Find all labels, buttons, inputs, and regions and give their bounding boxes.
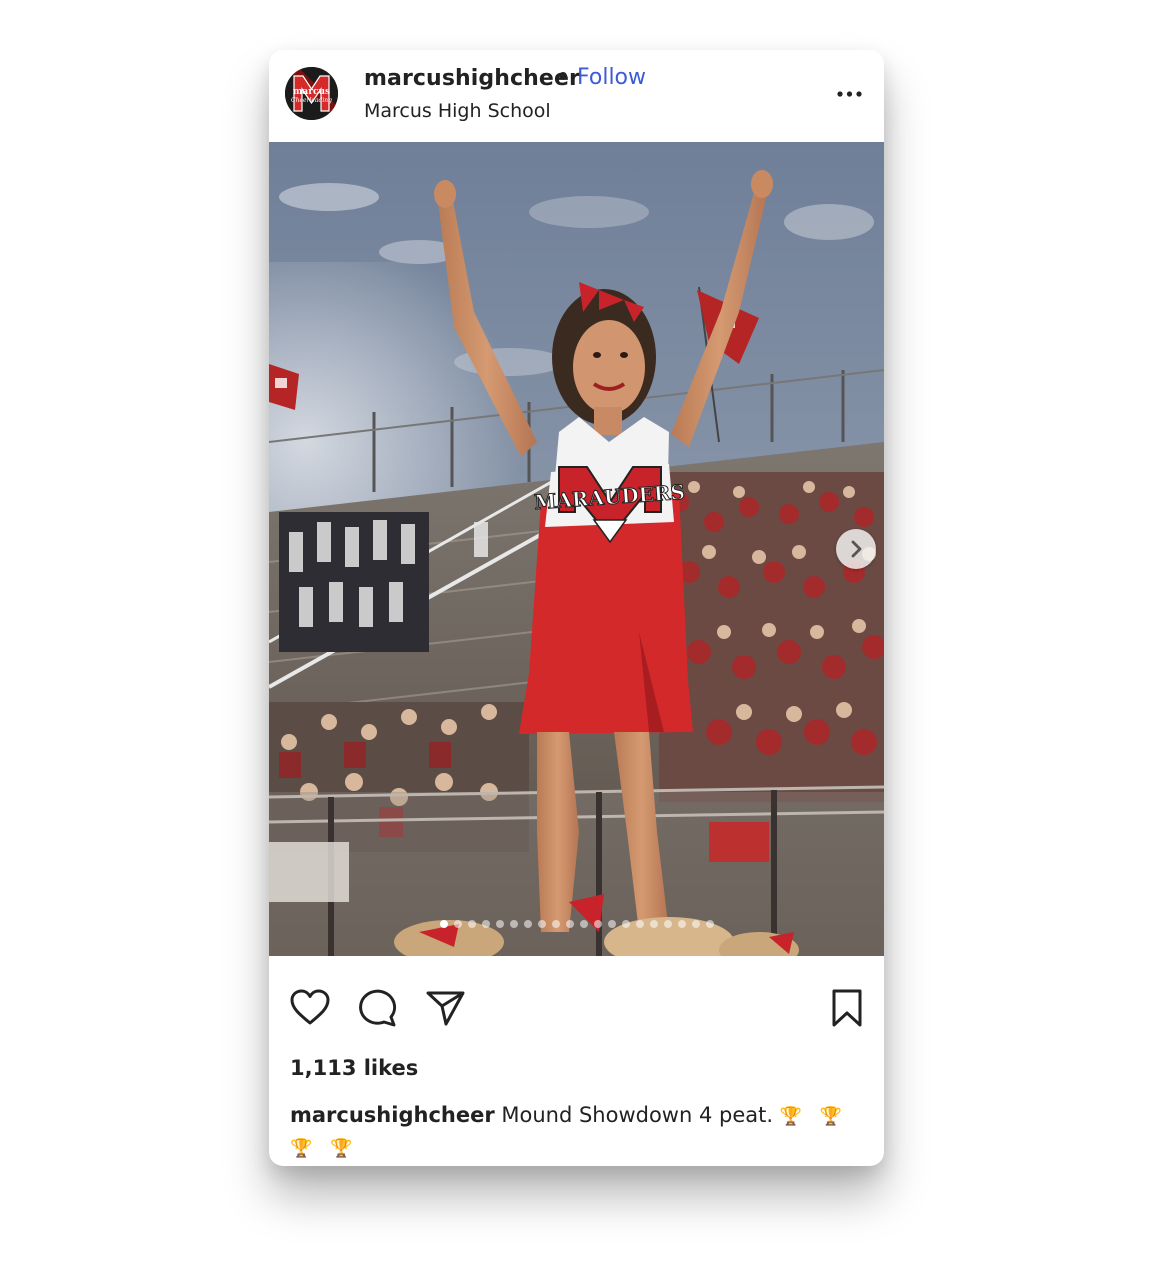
carousel-dot <box>481 920 490 928</box>
carousel-dot <box>565 920 574 928</box>
carousel-dot <box>453 920 462 928</box>
share-icon[interactable] <box>425 988 467 1032</box>
follow-button[interactable]: Follow <box>577 65 646 90</box>
post-header: marcus Cheerleading marcushighcheer • Fo… <box>269 50 884 142</box>
post-username[interactable]: marcushighcheer <box>364 66 580 91</box>
carousel-indicator <box>269 920 884 932</box>
post-actions <box>269 956 884 1061</box>
avatar-text-top: marcus <box>293 87 330 97</box>
bookmark-icon[interactable] <box>829 988 865 1032</box>
carousel-dot <box>621 920 630 928</box>
carousel-dot <box>509 920 518 928</box>
caption-username[interactable]: marcushighcheer <box>290 1103 495 1127</box>
heart-icon[interactable] <box>289 988 331 1032</box>
separator-dot: • <box>556 65 571 90</box>
carousel-dot <box>649 920 658 928</box>
next-image-button[interactable] <box>836 529 876 569</box>
avatar-text-bottom: Cheerleading <box>291 97 332 104</box>
carousel-dot <box>705 920 714 928</box>
caption-text: Mound Showdown 4 peat. <box>501 1103 774 1127</box>
carousel-dot <box>439 920 448 928</box>
carousel-dot <box>691 920 700 928</box>
instagram-post: marcus Cheerleading marcushighcheer • Fo… <box>269 50 884 1166</box>
carousel-dot <box>607 920 616 928</box>
avatar[interactable]: marcus Cheerleading <box>285 67 338 120</box>
carousel-dot <box>635 920 644 928</box>
chevron-right-icon <box>851 540 862 558</box>
carousel-dot <box>523 920 532 928</box>
carousel-dot <box>579 920 588 928</box>
carousel-dot <box>677 920 686 928</box>
likes-count[interactable]: 1,113 likes <box>290 1056 418 1080</box>
post-caption: marcushighcheer Mound Showdown 4 peat. 🏆… <box>290 1100 865 1164</box>
carousel-dot <box>663 920 672 928</box>
carousel-dot <box>593 920 602 928</box>
more-options-icon[interactable] <box>835 80 865 106</box>
carousel-dot <box>495 920 504 928</box>
comment-icon[interactable] <box>357 988 399 1032</box>
carousel-dot <box>537 920 546 928</box>
carousel-dot <box>551 920 560 928</box>
carousel-dot <box>467 920 476 928</box>
post-image[interactable]: MARAUDERS <box>269 142 884 956</box>
post-location[interactable]: Marcus High School <box>364 100 551 122</box>
